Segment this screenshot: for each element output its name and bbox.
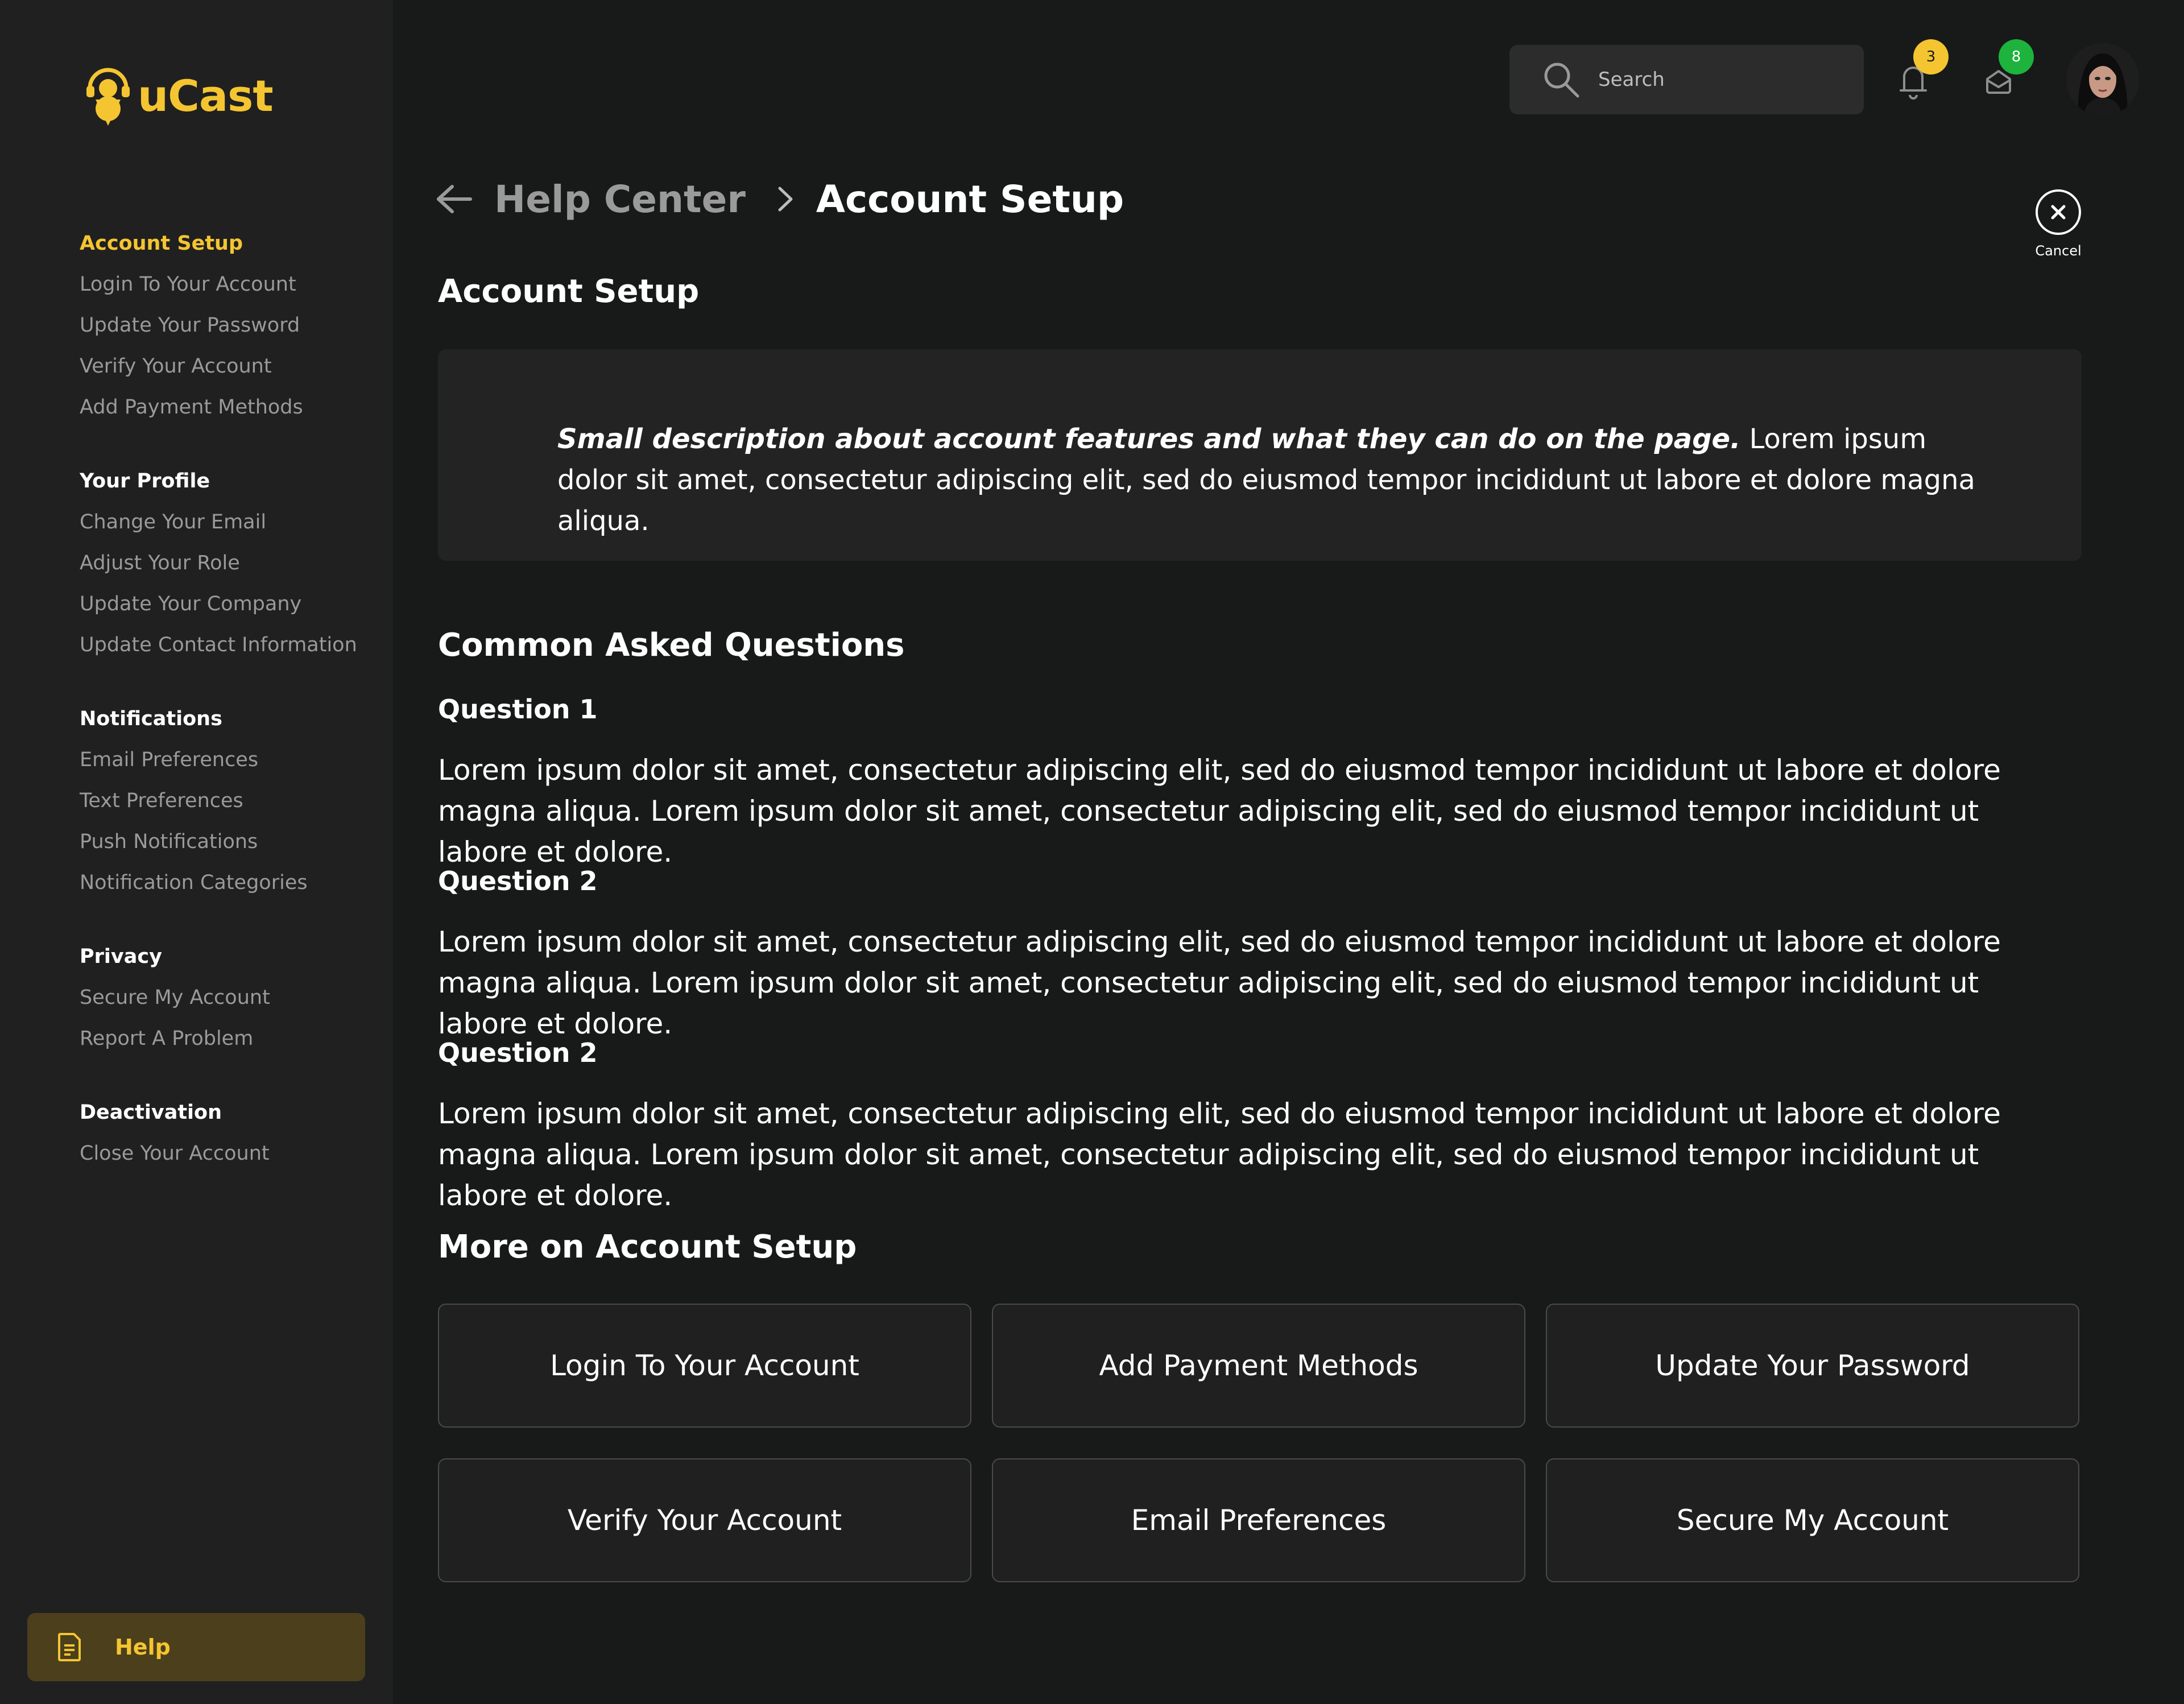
close-icon (2036, 189, 2081, 235)
sidebar-item[interactable]: Adjust Your Role (80, 543, 387, 584)
question-answer: Lorem ipsum dolor sit amet, consectetur … (438, 925, 2001, 1040)
nav-section-heading[interactable]: Notifications (80, 698, 387, 739)
nav-section: Deactivation Close Your Account (80, 1092, 387, 1174)
app-name: uCast (138, 70, 274, 121)
page-title: Account Setup (438, 273, 700, 310)
nav-section: Notifications Email Preferences Text Prefe… (80, 698, 387, 903)
nav-section-heading[interactable]: Deactivation (80, 1092, 387, 1133)
faq-title: Common Asked Questions (438, 627, 905, 664)
sidebar-item[interactable]: Email Preferences (80, 739, 387, 780)
sidebar-item[interactable]: Login To Your Account (80, 264, 387, 305)
help-nav: Account Setup Login To Your Account Update… (80, 223, 387, 1207)
link-card-verify[interactable]: Verify Your Account (438, 1458, 971, 1582)
nav-section-heading[interactable]: Account Setup (80, 223, 387, 264)
avatar[interactable] (2066, 43, 2139, 116)
sidebar-item[interactable]: Push Notifications (80, 821, 387, 862)
notifications-button[interactable]: 3 (1891, 39, 1949, 105)
link-card-email[interactable]: Email Preferences (992, 1458, 1525, 1582)
nav-section: Privacy Secure My Account Report A Problem (80, 936, 387, 1059)
nav-section-heading[interactable]: Your Profile (80, 461, 387, 502)
user-avatar-image (2066, 43, 2139, 116)
cancel-button[interactable]: Cancel (2033, 189, 2084, 259)
sidebar-item[interactable]: Update Your Password (80, 305, 387, 346)
sidebar-item[interactable]: Update Contact Information (80, 624, 387, 665)
description-text: Small description about account features… (557, 419, 2002, 541)
help-button[interactable]: Help (27, 1613, 365, 1681)
question-answer: Lorem ipsum dolor sit amet, consectetur … (438, 1097, 2001, 1212)
breadcrumb-current: Account Setup (816, 177, 1124, 221)
sidebar-item[interactable]: Verify Your Account (80, 346, 387, 387)
breadcrumb-help-center[interactable]: Help Center (494, 177, 746, 221)
sidebar: uCast Account Setup Login To Your Account… (0, 0, 393, 1704)
sidebar-item[interactable]: Update Your Company (80, 584, 387, 624)
description-bold: Small description about account features… (557, 423, 1741, 455)
nav-section: Your Profile Change Your Email Adjust Your… (80, 461, 387, 665)
question-answer: Lorem ipsum dolor sit amet, consectetur … (438, 754, 2001, 868)
description-box: Small description about account features… (438, 349, 2082, 561)
link-card-secure[interactable]: Secure My Account (1546, 1458, 2079, 1582)
link-card-password[interactable]: Update Your Password (1546, 1304, 2079, 1428)
sidebar-item[interactable]: Text Preferences (80, 780, 387, 821)
nav-section: Account Setup Login To Your Account Update… (80, 223, 387, 428)
search-input[interactable] (1597, 68, 1838, 92)
document-icon (58, 1633, 81, 1661)
breadcrumb: Help Center Account Setup (435, 171, 1124, 228)
sidebar-item[interactable]: Close Your Account (80, 1133, 387, 1174)
podcast-mic-icon (86, 68, 130, 126)
sidebar-item[interactable]: Change Your Email (80, 502, 387, 543)
link-card-login[interactable]: Login To Your Account (438, 1304, 971, 1428)
sidebar-item[interactable]: Add Payment Methods (80, 387, 387, 428)
question-title: Question 2 (438, 1037, 598, 1068)
link-card-payment[interactable]: Add Payment Methods (992, 1304, 1525, 1428)
notification-badge: 3 (1913, 39, 1949, 75)
messages-button[interactable]: 8 (1976, 39, 2034, 105)
sidebar-item[interactable]: Notification Categories (80, 862, 387, 903)
logo[interactable]: uCast (85, 64, 274, 127)
sidebar-item[interactable]: Secure My Account (80, 977, 387, 1018)
search-box[interactable] (1509, 45, 1864, 114)
chevron-right-icon (778, 187, 793, 212)
question-title: Question 1 (438, 694, 598, 725)
more-title: More on Account Setup (438, 1229, 857, 1265)
nav-section-heading[interactable]: Privacy (80, 936, 387, 977)
help-label: Help (115, 1635, 171, 1660)
question-title: Question 2 (438, 866, 598, 896)
cancel-label: Cancel (2035, 243, 2082, 259)
sidebar-item[interactable]: Report A Problem (80, 1018, 387, 1059)
arrow-left-icon[interactable] (435, 183, 473, 215)
search-icon (1544, 63, 1579, 98)
message-badge: 8 (1999, 39, 2034, 75)
